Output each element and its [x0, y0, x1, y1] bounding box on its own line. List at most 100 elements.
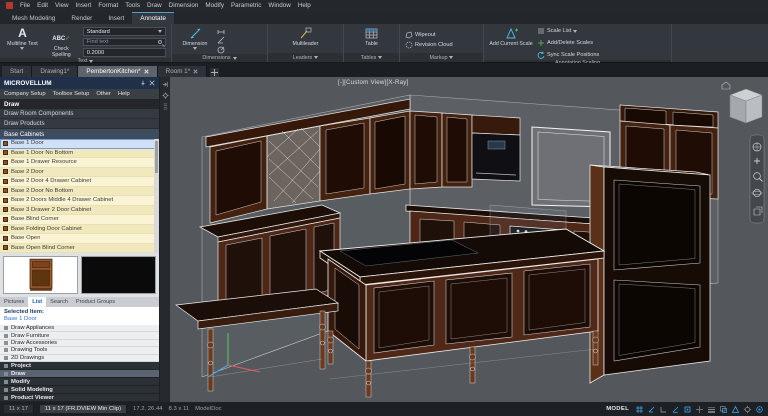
multiline-text-button[interactable]: A Multiline Text	[5, 26, 40, 58]
navigation-bar[interactable]	[750, 135, 764, 223]
doc-tab-room1[interactable]: Room 1*	[158, 66, 208, 77]
doc-tab-pembertonkitchen[interactable]: PembertonKitchen*	[78, 66, 157, 77]
row-draw-accessories[interactable]: Draw Accessories	[0, 340, 159, 347]
pin-icon[interactable]	[140, 80, 146, 86]
tab-list[interactable]: List	[28, 297, 46, 307]
palette-title-bar[interactable]: MICROVELLUM	[0, 77, 159, 89]
row-draw-furniture[interactable]: Draw Furniture	[0, 332, 159, 339]
product-render-thumbnail[interactable]	[81, 256, 156, 294]
bar-project[interactable]: Project	[0, 362, 159, 370]
layout-tab[interactable]: 11 x 17	[4, 405, 34, 413]
sync-scale-positions-button[interactable]: Sync Scale Positions	[537, 50, 599, 60]
menu-window[interactable]: Window	[268, 2, 290, 9]
list-item[interactable]: Base 2 Door 4 Drawer Cabinet	[0, 177, 159, 187]
bar-draw[interactable]: Draw	[0, 370, 159, 378]
list-item[interactable]: Base 1 Drawer Resource	[0, 158, 159, 168]
object-snap-icon[interactable]	[683, 405, 692, 414]
menu-edit[interactable]: Edit	[37, 2, 48, 9]
scale-list-button[interactable]: Scale List	[537, 26, 599, 36]
menu-draw[interactable]: Draw	[147, 2, 162, 9]
bar-solid-modeling[interactable]: Solid Modeling	[0, 386, 159, 394]
snap-icon[interactable]	[647, 405, 656, 414]
angular-dimension-icon[interactable]	[217, 36, 225, 44]
list-item[interactable]: Base Folding Door Cabinet	[0, 225, 159, 235]
close-icon[interactable]	[144, 69, 149, 74]
autocad-app-icon[interactable]	[6, 2, 13, 9]
menu-parametric[interactable]: Parametric	[231, 2, 261, 9]
row-draw-products[interactable]: Draw Products	[0, 119, 159, 129]
polar-tracking-icon[interactable]	[671, 405, 680, 414]
list-item[interactable]: Base 1 Door	[0, 139, 159, 149]
list-item[interactable]: Base 3 Drawer 2 Door Cabinet	[0, 206, 159, 216]
viewport-controls[interactable]: [-][Custom View][X-Ray]	[338, 79, 409, 86]
transparency-icon[interactable]	[719, 405, 728, 414]
panel-label-tables[interactable]: Tables	[344, 53, 399, 62]
table-button[interactable]: Table	[354, 26, 390, 53]
layout-tab[interactable]: 11 x 17 (FR.DVIEW Min Clip)	[40, 405, 127, 413]
menu-tools[interactable]: Tools	[125, 2, 140, 9]
wipeout-button[interactable]: Wipeout	[405, 30, 436, 40]
check-spelling-button[interactable]: ABC✓ Check Spelling	[44, 26, 79, 58]
menu-view[interactable]: View	[55, 2, 69, 9]
close-icon[interactable]	[193, 69, 198, 74]
panel-label-markup[interactable]: Markup	[400, 53, 483, 62]
list-item[interactable]: Base 2 Door	[0, 168, 159, 178]
menu-dimension[interactable]: Dimension	[169, 2, 199, 9]
ribbon-tab-annotate[interactable]: Annotate	[132, 12, 174, 24]
object-track-icon[interactable]	[695, 405, 704, 414]
grid-icon[interactable]	[635, 405, 644, 414]
list-item[interactable]: Base 1 Door No Bottom	[0, 149, 159, 159]
list-item[interactable]: Base 2 Doors Middle 4 Drawer Cabinet	[0, 196, 159, 206]
row-draw-room-components[interactable]: Draw Room Components	[0, 109, 159, 119]
close-icon[interactable]	[149, 80, 155, 86]
ribbon-tab-render[interactable]: Render	[63, 13, 100, 24]
model-space-button[interactable]: MODEL	[606, 406, 629, 412]
tab-product-groups[interactable]: Product Groups	[72, 297, 119, 307]
palette-menu-other[interactable]: Other	[96, 91, 111, 97]
row-drawing-tools[interactable]: Drawing Tools	[0, 347, 159, 354]
add-delete-scales-button[interactable]: Add/Delete Scales	[537, 38, 599, 48]
section-header-draw[interactable]: Draw	[0, 99, 159, 109]
list-item[interactable]: Base Blind Corner	[0, 215, 159, 225]
menu-modify[interactable]: Modify	[205, 2, 224, 9]
isolate-objects-icon[interactable]	[755, 405, 764, 414]
menu-file[interactable]: File	[20, 2, 30, 9]
panel-label-dimensions[interactable]: Dimensions	[172, 54, 267, 62]
list-scrollbar[interactable]	[154, 139, 159, 253]
palette-menu-help[interactable]: Help	[118, 91, 130, 97]
palette-menu-toolbox-setup[interactable]: Toolbox Setup	[53, 91, 90, 97]
tab-pictures[interactable]: Pictures	[0, 297, 28, 307]
gear-icon[interactable]	[162, 92, 169, 99]
product-photo-thumbnail[interactable]	[3, 256, 78, 294]
linear-dimension-icon[interactable]	[217, 26, 225, 34]
workspace-gear-icon[interactable]	[743, 405, 752, 414]
section-header-base-cabinets[interactable]: Base Cabinets	[0, 129, 159, 139]
list-item[interactable]: Base Open	[0, 234, 159, 244]
menu-format[interactable]: Format	[98, 2, 118, 9]
multileader-button[interactable]: Multileader	[282, 26, 330, 53]
text-height-input[interactable]: 0.2000	[83, 48, 166, 57]
view-cube[interactable]	[722, 82, 762, 123]
menu-insert[interactable]: Insert	[76, 2, 92, 9]
text-style-select[interactable]: Standard	[83, 27, 166, 36]
row-2d-drawings[interactable]: 2D Drawings	[0, 355, 159, 362]
find-text-input[interactable]: Find text	[83, 38, 166, 47]
menu-help[interactable]: Help	[298, 2, 311, 9]
add-current-scale-button[interactable]: Add Current Scale	[489, 26, 533, 60]
row-draw-appliances[interactable]: Draw Appliances	[0, 325, 159, 332]
auto-hide-icon[interactable]	[162, 81, 169, 88]
radius-dimension-icon[interactable]	[217, 46, 225, 54]
tab-search[interactable]: Search	[46, 297, 72, 307]
panel-label-leaders[interactable]: Leaders	[268, 53, 343, 62]
list-item[interactable]: Base 2 Door No Bottom	[0, 187, 159, 197]
bar-product-viewer[interactable]: Product Viewer	[0, 394, 159, 402]
selected-item-value[interactable]: Base 1 Door	[4, 316, 155, 322]
ortho-icon[interactable]	[659, 405, 668, 414]
dimension-button[interactable]: Dimension	[177, 26, 213, 54]
lineweight-icon[interactable]	[707, 405, 716, 414]
annotation-scale-icon[interactable]	[731, 405, 740, 414]
new-drawing-button[interactable]	[210, 68, 219, 77]
doc-tab-drawing1[interactable]: Drawing1*	[32, 66, 78, 77]
bar-modify[interactable]: Modify	[0, 378, 159, 386]
list-item[interactable]: Base Open Blind Corner	[0, 244, 159, 254]
